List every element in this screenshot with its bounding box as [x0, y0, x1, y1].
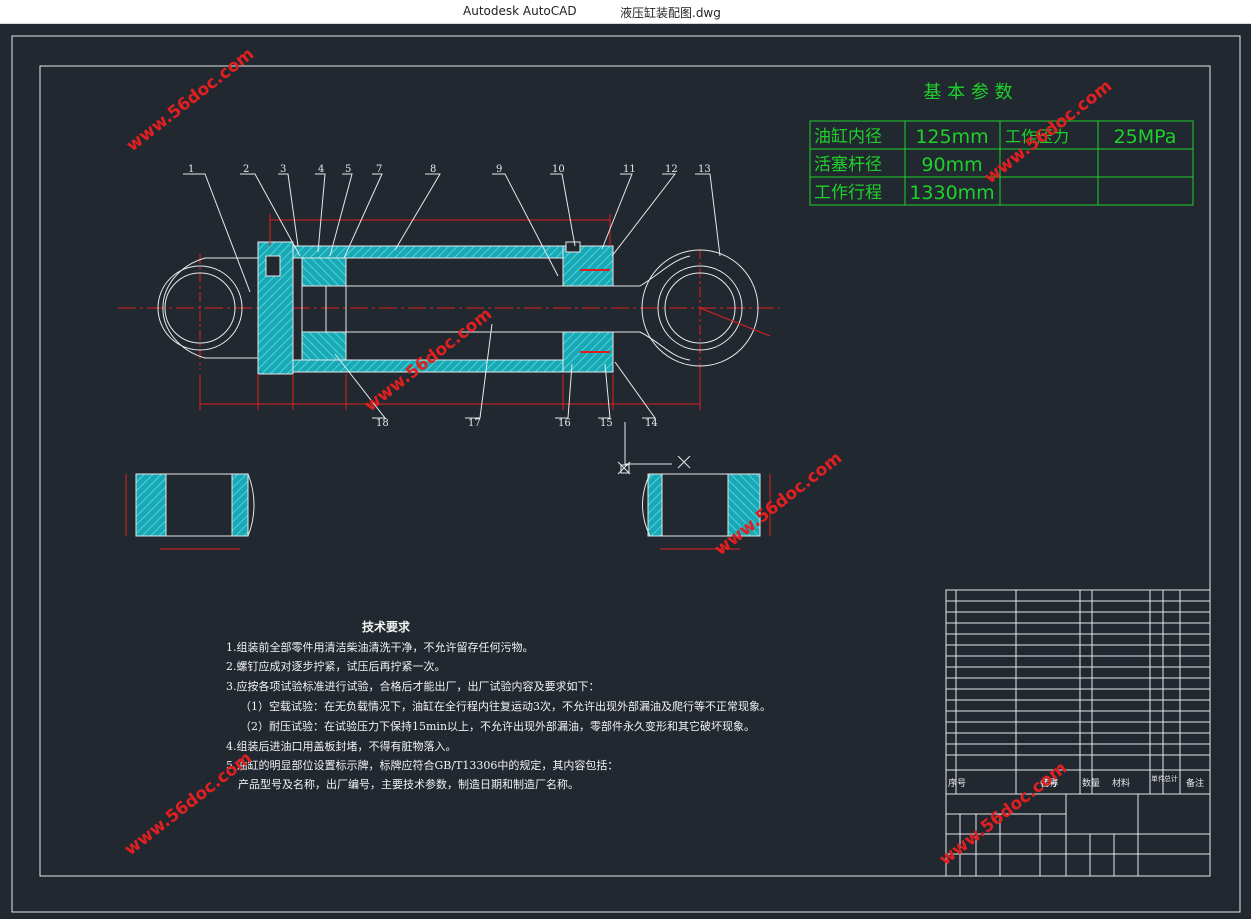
balloon-15: 15 [600, 418, 613, 429]
balloon-10: 10 [552, 164, 565, 175]
tech-line-5: （2）耐压试验：在试验压力下保持15min以上，不允许出现外部漏油，零部件永久变… [240, 719, 755, 733]
balloon-12: 12 [665, 164, 678, 175]
bom-col-material: 材料 [1112, 777, 1130, 789]
param-value-pressure: 25MPa [1114, 126, 1177, 148]
title-bar: Autodesk AutoCAD 液压缸装配图.dwg [0, 0, 1251, 24]
param-value-bore: 125mm [915, 126, 988, 148]
tech-line-2: 2.螺钉应成对逐步拧紧，试压后再拧紧一次。 [226, 659, 446, 673]
param-value-stroke: 1330mm [909, 182, 994, 204]
param-label-rod: 活塞杆径 [814, 155, 882, 175]
tech-line-1: 1.组装前全部零件用清洁柴油清洗干净，不允许留存任何污物。 [226, 640, 534, 654]
balloon-8: 8 [430, 164, 436, 175]
balloon-4: 4 [318, 164, 324, 175]
param-value-rod: 90mm [921, 154, 982, 176]
balloon-1: 1 [188, 164, 194, 175]
bom-col-no: 序号 [948, 777, 966, 789]
param-label-bore: 油缸内径 [814, 126, 882, 147]
params-title: 基 本 参 数 [923, 82, 1012, 103]
tech-line-7: 5.油缸的明显部位设置标示牌，标牌应符合GB/T13306中的规定，其内容包括： [226, 758, 618, 772]
cylinder-assembly-view[interactable]: 1 2 3 4 5 7 8 9 10 11 12 13 18 17 16 15 … [118, 164, 780, 475]
tech-line-3: 3.应按各项试验标准进行试验，合格后才能出厂，出厂试验内容及要求如下： [226, 679, 600, 693]
bom-col-total: 总计 [1164, 774, 1178, 783]
app-name: Autodesk AutoCAD [463, 4, 577, 18]
svg-text:www.56doc.com: www.56doc.com [121, 748, 256, 860]
bom-col-qty: 数量 [1082, 777, 1100, 789]
svg-text:www.56doc.com: www.56doc.com [123, 44, 258, 156]
balloon-11: 11 [623, 164, 636, 175]
bom-col-unit: 单件 [1151, 774, 1165, 783]
balloon-18: 18 [376, 418, 389, 429]
section-detail-left[interactable] [125, 473, 255, 550]
drawing-canvas[interactable]: 基 本 参 数 油缸内径 125mm 活塞杆径 90mm 工作行程 1330mm… [0, 24, 1251, 919]
balloon-14: 14 [645, 418, 658, 429]
file-name: 液压缸装配图.dwg [620, 6, 721, 20]
balloon-7: 7 [376, 164, 382, 175]
technical-requirements: 技术要求 1.组装前全部零件用清洁柴油清洗干净，不允许留存任何污物。 2.螺钉应… [226, 619, 771, 791]
balloon-16: 16 [558, 418, 571, 429]
param-label-stroke: 工作行程 [814, 183, 882, 203]
tech-line-4: （1）空载试验：在无负载情况下，油缸在全行程内往复运动3次，不允许出现外部漏油及… [240, 699, 771, 713]
balloon-13: 13 [698, 164, 711, 175]
bom-header-row: 序号 代号 名称 数量 材料 单件 总计 备注 [948, 774, 1204, 789]
balloon-17: 17 [468, 418, 481, 429]
balloon-9: 9 [496, 164, 502, 175]
tech-line-6: 4.组装后进油口用盖板封堵，不得有脏物落入。 [226, 739, 457, 753]
balloon-2: 2 [243, 164, 249, 175]
tech-line-8: 产品型号及名称，出厂编号，主要技术参数，制造日期和制造厂名称。 [238, 777, 579, 791]
bom-col-remark: 备注 [1186, 777, 1204, 789]
tech-heading: 技术要求 [362, 619, 411, 634]
balloon-5: 5 [345, 164, 351, 175]
balloon-3: 3 [280, 164, 286, 175]
parameter-table: 基 本 参 数 油缸内径 125mm 活塞杆径 90mm 工作行程 1330mm… [809, 82, 1194, 206]
